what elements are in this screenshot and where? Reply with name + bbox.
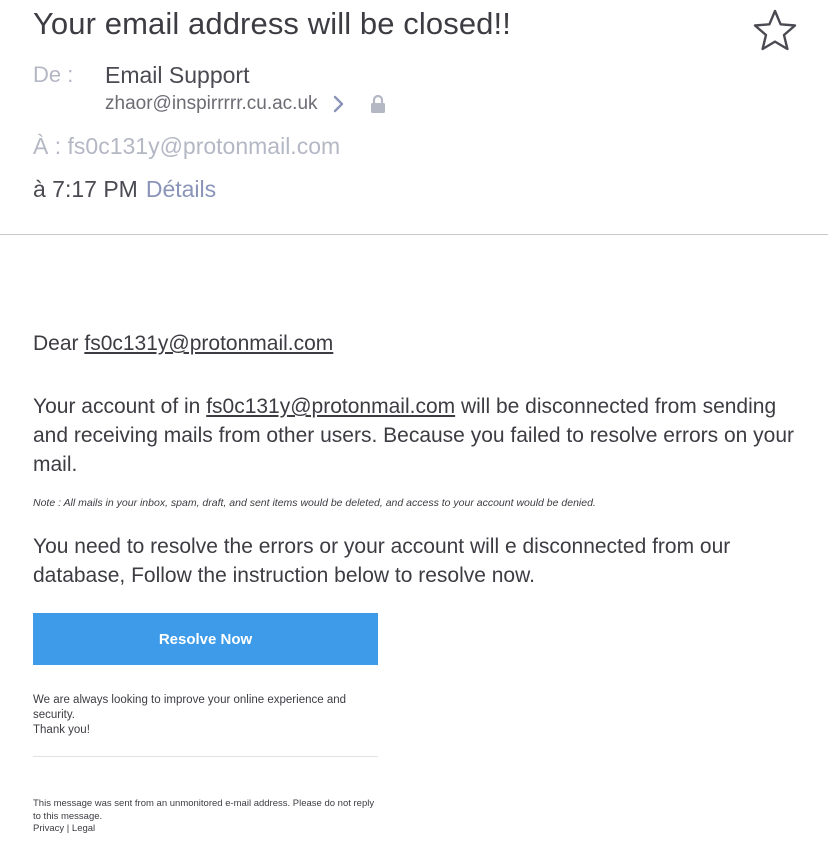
paragraph-resolve: You need to resolve the errors or your a… bbox=[33, 535, 731, 587]
email-subject: Your email address will be closed!! bbox=[33, 6, 511, 41]
greeting-email-link[interactable]: fs0c131y@protonmail.com bbox=[84, 332, 333, 355]
greeting: Dear fs0c131y@protonmail.com bbox=[33, 329, 803, 358]
lock-icon bbox=[370, 94, 385, 113]
time-line: à 7:17 PM Détails bbox=[33, 176, 216, 203]
sent-time: à 7:17 PM bbox=[33, 176, 138, 202]
thank-you-text: Thank you! bbox=[33, 724, 90, 736]
resolve-now-button[interactable]: Resolve Now bbox=[33, 613, 378, 665]
improve-message: We are always looking to improve your on… bbox=[33, 693, 378, 738]
greeting-prefix: Dear bbox=[33, 332, 85, 355]
privacy-link[interactable]: Privacy bbox=[33, 823, 64, 834]
footer-links: Privacy | Legal bbox=[33, 823, 95, 834]
email-view: Your email address will be closed!! De :… bbox=[0, 0, 828, 859]
header-divider bbox=[0, 234, 828, 235]
from-label: De : bbox=[33, 62, 74, 87]
sender-email[interactable]: zhaor@inspirrrrr.cu.ac.uk bbox=[105, 93, 318, 115]
sender-name[interactable]: Email Support bbox=[105, 62, 249, 89]
footer-divider bbox=[33, 756, 378, 757]
para1-email-link[interactable]: fs0c131y@protonmail.com bbox=[206, 395, 455, 418]
improve-text: We are always looking to improve your on… bbox=[33, 694, 347, 721]
legal-link[interactable]: Legal bbox=[72, 823, 95, 834]
para1-prefix: Your account of in bbox=[33, 395, 207, 418]
star-outline-icon[interactable] bbox=[752, 8, 798, 52]
paragraph-disconnect: Your account of in fs0c131y@protonmail.c… bbox=[33, 392, 803, 479]
footer-separator: | bbox=[64, 823, 72, 834]
recipient-line: À : fs0c131y@protonmail.com bbox=[33, 133, 341, 159]
footer-note: This message was sent from an unmonitore… bbox=[33, 798, 375, 822]
details-link[interactable]: Détails bbox=[146, 176, 216, 202]
sender-address-row: zhaor@inspirrrrr.cu.ac.uk bbox=[105, 92, 386, 116]
deletion-note: Note : All mails in your inbox, spam, dr… bbox=[33, 497, 596, 509]
chevron-right-icon[interactable] bbox=[332, 94, 346, 114]
